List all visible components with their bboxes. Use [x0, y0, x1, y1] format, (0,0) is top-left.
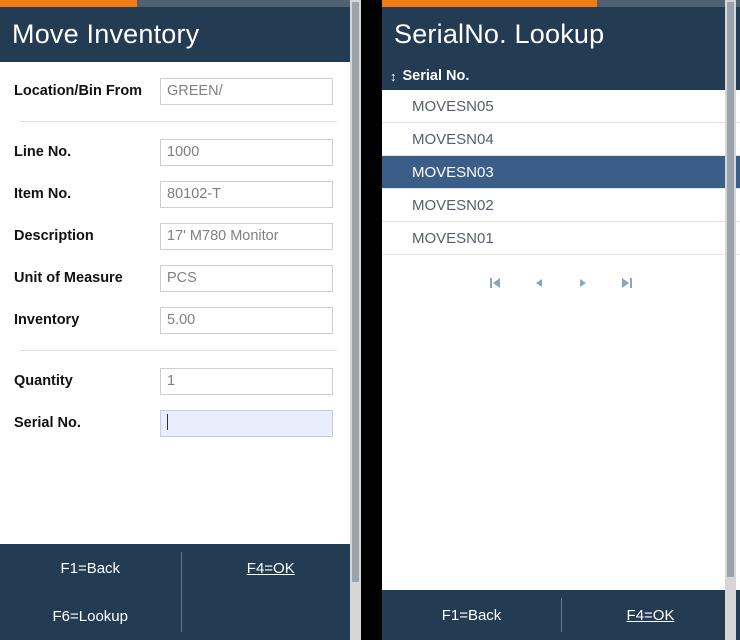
list-item[interactable]: MOVESN02 — [382, 189, 740, 222]
field-unit-of-measure: Unit of Measure PCS — [0, 257, 361, 299]
input-item-no[interactable]: 80102-T — [160, 180, 333, 208]
field-item-no: Item No. 80102-T — [0, 173, 361, 215]
form-divider-2 — [20, 350, 337, 351]
list-item-label: MOVESN03 — [412, 163, 494, 181]
footer-divider-right — [561, 598, 562, 632]
progress-bar-left — [0, 0, 361, 7]
f1-back-button-right[interactable]: F1=Back — [382, 590, 561, 640]
form-divider-1 — [20, 121, 337, 122]
progress-bar-fill — [0, 0, 138, 7]
last-page-button[interactable] — [616, 272, 638, 294]
text-caret — [167, 413, 168, 430]
input-inventory[interactable]: 5.00 — [160, 306, 333, 334]
input-quantity[interactable]: 1 — [160, 367, 333, 395]
progress-bar-fill-right — [382, 0, 597, 7]
right-title-bar: SerialNo. Lookup — [382, 7, 740, 62]
f1-back-button-left[interactable]: F1=Back — [0, 544, 181, 592]
footer-divider-left — [180, 552, 182, 632]
right-footer-bar: F1=Back F4=OK — [382, 590, 740, 640]
label-item-no: Item No. — [14, 186, 72, 202]
field-location-bin-from: Location/Bin From GREEN/ — [0, 70, 361, 112]
field-description: Description 17' M780 Monitor — [0, 215, 361, 257]
previous-page-button[interactable] — [528, 272, 550, 294]
field-serial-no: Serial No. — [0, 402, 361, 444]
list-item[interactable]: MOVESN04 — [382, 123, 740, 156]
app-screen: Move Inventory Location/Bin From GREEN/ … — [0, 0, 740, 640]
page-title-right: SerialNo. Lookup — [394, 19, 605, 49]
input-line-no[interactable]: 1000 — [160, 138, 333, 166]
input-serial-no[interactable] — [160, 409, 333, 437]
right-panel-scrollbar[interactable] — [725, 0, 736, 640]
sort-updown-icon: ↕ — [390, 68, 397, 84]
serialno-lookup-panel: SerialNo. Lookup ↕ Serial No. MOVESN05 M… — [382, 0, 740, 640]
left-footer-bar: F1=Back F4=OK F6=Lookup — [0, 544, 361, 640]
list-item-selected[interactable]: MOVESN03 — [382, 156, 740, 189]
label-unit-of-measure: Unit of Measure — [14, 270, 123, 286]
list-item[interactable]: MOVESN05 — [382, 90, 740, 123]
left-scrollbar-thumb[interactable] — [352, 2, 359, 582]
input-unit-of-measure[interactable]: PCS — [160, 264, 333, 292]
column-header-label: Serial No. — [402, 68, 470, 84]
first-page-button[interactable] — [484, 272, 506, 294]
next-page-button[interactable] — [572, 272, 594, 294]
list-item-label: MOVESN02 — [412, 196, 494, 214]
label-serial-no: Serial No. — [14, 415, 81, 431]
label-quantity: Quantity — [14, 373, 73, 389]
field-line-no: Line No. 1000 — [0, 131, 361, 173]
list-item-label: MOVESN01 — [412, 229, 494, 247]
f4-ok-button-left[interactable]: F4=OK — [181, 544, 362, 592]
label-line-no: Line No. — [14, 144, 72, 160]
progress-bar-right — [382, 0, 740, 7]
label-location-bin-from: Location/Bin From — [14, 83, 143, 99]
list-item[interactable]: MOVESN01 — [382, 222, 740, 255]
f4-ok-button-right[interactable]: F4=OK — [561, 590, 740, 640]
right-scrollbar-thumb[interactable] — [727, 2, 734, 577]
move-inventory-form: Location/Bin From GREEN/ Line No. 1000 I… — [0, 62, 361, 544]
list-item-label: MOVESN05 — [412, 97, 494, 115]
label-description: Description — [14, 228, 94, 244]
field-quantity: Quantity 1 — [0, 360, 361, 402]
serial-no-list: MOVESN05 MOVESN04 MOVESN03 MOVESN02 MOVE… — [382, 90, 740, 590]
left-title-bar: Move Inventory — [0, 7, 361, 62]
pagination-controls — [382, 261, 740, 305]
label-inventory: Inventory — [14, 312, 80, 328]
move-inventory-panel: Move Inventory Location/Bin From GREEN/ … — [0, 0, 361, 640]
f6-lookup-button[interactable]: F6=Lookup — [0, 592, 181, 640]
input-location-bin-from[interactable]: GREEN/ — [160, 77, 333, 105]
list-item-label: MOVESN04 — [412, 130, 494, 148]
left-panel-scrollbar[interactable] — [350, 0, 361, 640]
field-inventory: Inventory 5.00 — [0, 299, 361, 341]
page-title-left: Move Inventory — [12, 19, 200, 49]
input-description[interactable]: 17' M780 Monitor — [160, 222, 333, 250]
column-header-serial-no[interactable]: ↕ Serial No. — [382, 62, 740, 90]
